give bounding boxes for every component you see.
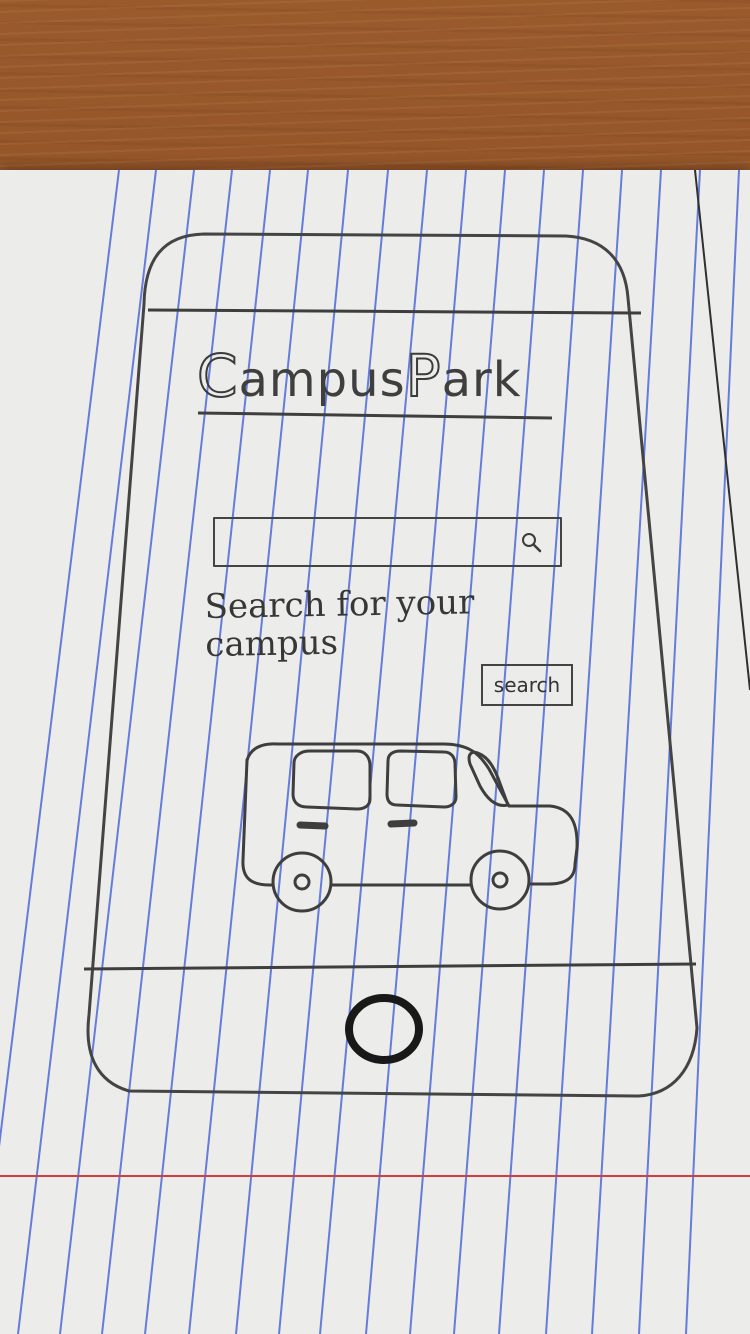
campus-search-box[interactable] xyxy=(213,517,562,567)
home-button[interactable] xyxy=(343,993,425,1065)
search-icon[interactable] xyxy=(520,531,544,555)
sketch-scene: CampusPark Search for your campus search xyxy=(0,0,750,1334)
wood-desk xyxy=(0,0,750,185)
home-button-icon xyxy=(345,994,423,1064)
notebook-rules xyxy=(0,170,750,1334)
campus-search-input[interactable] xyxy=(225,527,509,559)
search-button[interactable]: search xyxy=(481,664,573,706)
notebook-paper xyxy=(0,170,750,1334)
